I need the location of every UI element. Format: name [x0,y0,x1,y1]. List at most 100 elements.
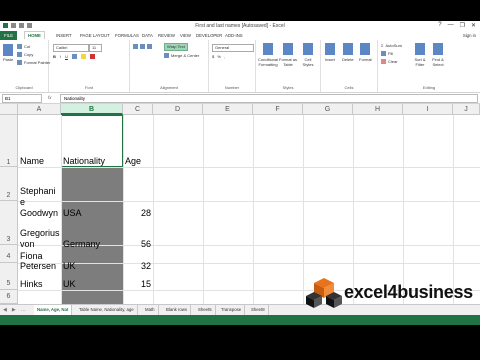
column-header-c[interactable]: C [123,104,153,115]
sheet-tab-table[interactable]: Table Name, Nationality, age [76,305,138,315]
comma-icon[interactable]: , [224,54,225,59]
wrap-text-button[interactable]: Wrap Text [164,43,188,51]
column-header-e[interactable]: E [203,104,253,115]
tab-page-layout[interactable]: PAGE LAYOUT [80,33,110,38]
copy-button[interactable]: Copy [17,52,33,57]
font-size-select[interactable]: 11 [89,44,102,52]
column-header-i[interactable]: I [403,104,453,115]
row-header-3[interactable]: 3 [0,201,18,245]
sheet-tab-sheet5[interactable]: Sheet5 [195,305,216,315]
paste-button[interactable]: Paste [3,44,13,62]
cell-c4[interactable]: 32 [123,261,151,272]
font-color-icon[interactable] [89,54,95,59]
sort-filter-button[interactable]: Sort & Filter [412,43,428,67]
cell-a5[interactable]: Hinks [20,279,43,290]
column-header-h[interactable]: H [353,104,403,115]
delete-cells-button[interactable]: Delete [342,43,354,62]
sheet-tab-math[interactable]: Math [142,305,159,315]
number-format-select[interactable]: General [212,44,254,52]
row-header-4[interactable]: 4 [0,245,18,263]
cell-c1[interactable]: Age [125,156,141,167]
fill-color-icon[interactable] [80,54,86,59]
prev-sheet-icon[interactable]: ◀ [3,307,7,313]
column-header-j[interactable]: J [453,104,480,115]
fill-button[interactable]: Fill [381,51,393,56]
borders-icon[interactable] [71,54,77,59]
cell-a2-line3[interactable]: Goodwyn [20,208,58,219]
cell-a3-line2[interactable]: von [20,239,35,250]
tab-formulas[interactable]: FORMULAS [115,33,139,38]
cell-a2-line2[interactable]: e [20,197,25,208]
excel4business-watermark: excel4business [300,268,475,318]
cut-button[interactable]: Cut [17,44,30,49]
tab-insert[interactable]: INSERT [56,33,72,38]
column-header-d[interactable]: D [153,104,203,115]
close-button[interactable]: ✕ [471,22,476,29]
sheet-tab-blank-rows[interactable]: Blank rows [163,305,192,315]
merge-center-button[interactable]: Merge & Center [164,53,199,58]
tab-review[interactable]: REVIEW [158,33,175,38]
cell-b3[interactable]: Germany [63,239,100,250]
bold-button[interactable]: B [53,54,56,59]
magnifier-icon [433,43,443,55]
cell-b1[interactable]: Nationality [63,156,105,167]
font-group-label: Font [84,85,93,90]
tab-file[interactable]: FILE [0,31,18,40]
name-box[interactable]: B1 [2,94,42,103]
sign-in-link[interactable]: Sign in [463,33,476,38]
row-header-5[interactable]: 5 [0,263,18,290]
autosum-button[interactable]: Σ AutoSum [381,43,402,48]
column-header-a[interactable]: A [18,104,61,115]
tab-developer[interactable]: DEVELOPER [196,33,222,38]
font-name-select[interactable]: Calibri [53,44,89,52]
cell-styles-button[interactable]: Cell Styles [299,43,317,67]
format-painter-button[interactable]: Format Painter [17,60,50,65]
tab-view[interactable]: VIEW [180,33,191,38]
column-header-f[interactable]: F [253,104,303,115]
tab-add-ins[interactable]: ADD-INS [225,33,243,38]
cell-a4-line2[interactable]: Petersen [20,261,56,272]
tab-data[interactable]: DATA [142,33,153,38]
cell-c3[interactable]: 56 [123,239,151,250]
align-top-icon[interactable] [133,44,138,49]
formula-input[interactable]: Nationality [60,94,478,103]
percent-icon[interactable]: % [217,54,221,59]
underline-button[interactable]: U [65,54,68,59]
conditional-formatting-button[interactable]: Conditional Formatting [258,43,278,67]
column-header-b[interactable]: B [61,104,123,115]
restore-button[interactable]: ❐ [460,22,465,29]
minimize-button[interactable]: — [448,22,454,29]
clear-button[interactable]: Clear [381,59,398,64]
cell-c5[interactable]: 15 [123,279,151,290]
cell-a3-line1[interactable]: Gregorius [20,228,60,239]
help-button[interactable]: ? [438,22,441,29]
insert-cells-button[interactable]: Insert [325,43,335,62]
cell-c2[interactable]: 28 [123,208,151,219]
sheet-tab-transpose[interactable]: Transpose [218,305,246,315]
align-middle-icon[interactable] [140,44,145,49]
row-header-2[interactable]: 2 [0,167,18,201]
tab-home[interactable]: HOME [24,31,45,39]
cell-a1[interactable]: Name [20,156,44,167]
find-select-button[interactable]: Find & Select [430,43,446,67]
cell-b5[interactable]: UK [63,279,76,290]
italic-button[interactable]: I [60,54,61,59]
cell-a2-line1[interactable]: Stephani [20,186,56,197]
select-all-corner[interactable] [0,104,18,115]
cell-b2[interactable]: USA [63,208,82,219]
more-sheets-icon[interactable]: … [21,307,26,313]
cell-b4[interactable]: UK [63,261,76,272]
currency-icon[interactable]: $ [212,54,214,59]
window-controls: ? — ❐ ✕ [438,22,476,29]
format-as-table-button[interactable]: Format as Table [279,43,297,67]
merge-center-label: Merge & Center [171,53,200,58]
sheet-tab-sheet8[interactable]: Sheet8 [248,305,269,315]
alignment-group: Wrap Text Merge & Center Alignment [130,40,209,92]
column-header-g[interactable]: G [303,104,353,115]
row-header-6[interactable]: 6 [0,290,18,304]
next-sheet-icon[interactable]: ▶ [12,307,16,313]
row-header-1[interactable]: 1 [0,115,18,167]
align-bottom-icon[interactable] [147,44,152,49]
fx-icon[interactable]: fx [48,95,52,100]
format-cells-button[interactable]: Format [359,43,372,62]
